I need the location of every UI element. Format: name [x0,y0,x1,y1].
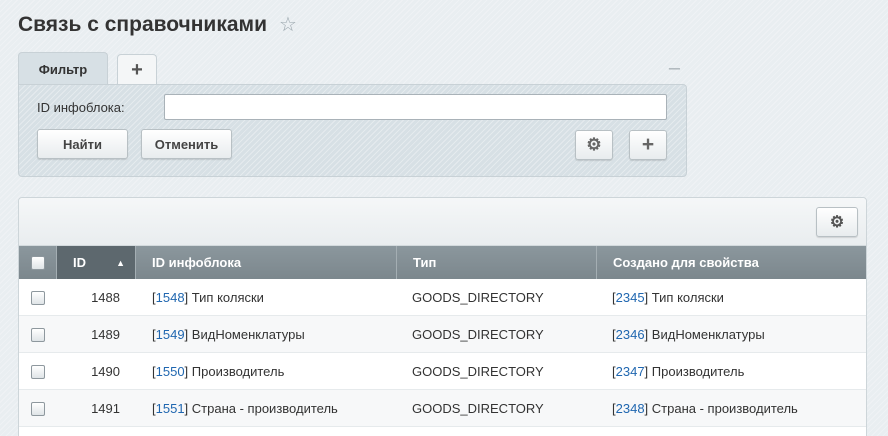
table-row[interactable]: 1490 [1550] Производитель GOODS_DIRECTOR… [19,353,866,390]
row-type: GOODS_DIRECTORY [412,401,544,416]
property-id-link[interactable]: 2346 [616,327,645,342]
row-checkbox[interactable] [31,364,45,379]
row-check-cell [19,316,57,353]
gear-icon: ⚙ [829,214,845,231]
iblock-name: Тип коляски [191,290,264,305]
column-header-iblock[interactable]: ID инфоблока [136,246,397,279]
property-name: Страна - производитель [651,401,798,416]
bracket-close: ] [184,401,189,416]
property-id-link[interactable]: 2348 [616,401,645,416]
filter-settings-button[interactable]: ⚙ [575,130,613,160]
row-created-for: [2347] Производитель [612,353,868,390]
gear-icon: ⚙ [586,135,602,154]
find-button[interactable]: Найти [37,129,128,159]
row-created-for: [2348] Страна - производитель [612,390,868,427]
row-id: 1491 [91,401,120,416]
row-created-for: [2346] ВидНоменклатуры [612,316,868,353]
iblock-id-label: ID инфоблока: [37,100,125,115]
bracket-close: ] [644,290,649,305]
property-name: Тип коляски [651,290,724,305]
row-check-cell [19,353,57,390]
table-row[interactable]: 1491 [1551] Страна - производитель GOODS… [19,390,866,427]
row-iblock: [1551] Страна - производитель [152,390,397,427]
iblock-id-link[interactable]: 1549 [156,327,185,342]
iblock-id-input[interactable] [164,94,667,120]
sort-asc-icon: ▲ [116,257,125,268]
filter-panel: ID инфоблока: Найти Отменить ⚙ + [18,84,687,177]
grid-toolbar: ⚙ [19,198,866,246]
column-header-type[interactable]: Тип [397,246,597,279]
add-field-button[interactable]: + [629,130,667,160]
bracket-close: ] [184,327,189,342]
header-check-cell [19,246,57,279]
iblock-name: Страна - производитель [191,401,338,416]
row-id: 1490 [91,364,120,379]
iblock-id-link[interactable]: 1551 [156,401,185,416]
property-name: Производитель [651,364,745,379]
data-grid: ⚙ ID ▲ ID инфоблока Тип Создано для свой… [18,197,867,436]
table-row[interactable]: 1488 [1548] Тип коляски GOODS_DIRECTORY … [19,279,866,316]
row-id: 1488 [91,290,120,305]
tab-filter[interactable]: Фильтр [18,52,108,85]
row-check-cell [19,279,57,316]
plus-icon: + [641,133,655,156]
grid-rows: 1488 [1548] Тип коляски GOODS_DIRECTORY … [19,279,866,427]
row-type: GOODS_DIRECTORY [412,364,544,379]
bracket-close: ] [184,364,189,379]
bracket-close: ] [644,364,649,379]
row-iblock: [1548] Тип коляски [152,279,397,316]
star-icon[interactable]: ☆ [279,12,297,37]
bracket-close: ] [644,401,649,416]
row-iblock: [1550] Производитель [152,353,397,390]
row-checkbox[interactable] [31,327,45,342]
property-id-link[interactable]: 2345 [616,290,645,305]
add-filter-tab-button[interactable]: + [117,54,157,85]
iblock-id-link[interactable]: 1548 [156,290,185,305]
collapse-filter-icon[interactable]: – [669,57,680,80]
row-check-cell [19,390,57,427]
grid-settings-button[interactable]: ⚙ [816,207,858,237]
grid-header: ID ▲ ID инфоблока Тип Создано для свойст… [19,246,866,279]
table-row[interactable]: 1489 [1549] ВидНоменклатуры GOODS_DIRECT… [19,316,866,353]
iblock-name: ВидНоменклатуры [191,327,305,342]
row-created-for: [2345] Тип коляски [612,279,868,316]
bracket-close: ] [644,327,649,342]
row-id: 1489 [91,327,120,342]
column-header-id[interactable]: ID ▲ [57,246,136,279]
select-all-checkbox[interactable] [30,255,45,270]
page-title-text: Связь с справочниками [18,12,267,36]
page-title: Связь с справочниками ☆ [18,12,297,37]
row-type: GOODS_DIRECTORY [412,327,544,342]
row-type: GOODS_DIRECTORY [412,290,544,305]
iblock-id-link[interactable]: 1550 [156,364,185,379]
property-id-link[interactable]: 2347 [616,364,645,379]
filter-tabs: Фильтр + – [18,52,688,85]
property-name: ВидНоменклатуры [651,327,765,342]
column-header-created-for[interactable]: Создано для свойства [597,246,868,279]
row-checkbox[interactable] [31,290,45,305]
row-iblock: [1549] ВидНоменклатуры [152,316,397,353]
iblock-name: Производитель [191,364,285,379]
bracket-close: ] [184,290,189,305]
column-header-id-label: ID [73,255,86,270]
row-checkbox[interactable] [31,401,45,416]
cancel-button[interactable]: Отменить [141,129,232,159]
plus-icon: + [131,58,143,81]
